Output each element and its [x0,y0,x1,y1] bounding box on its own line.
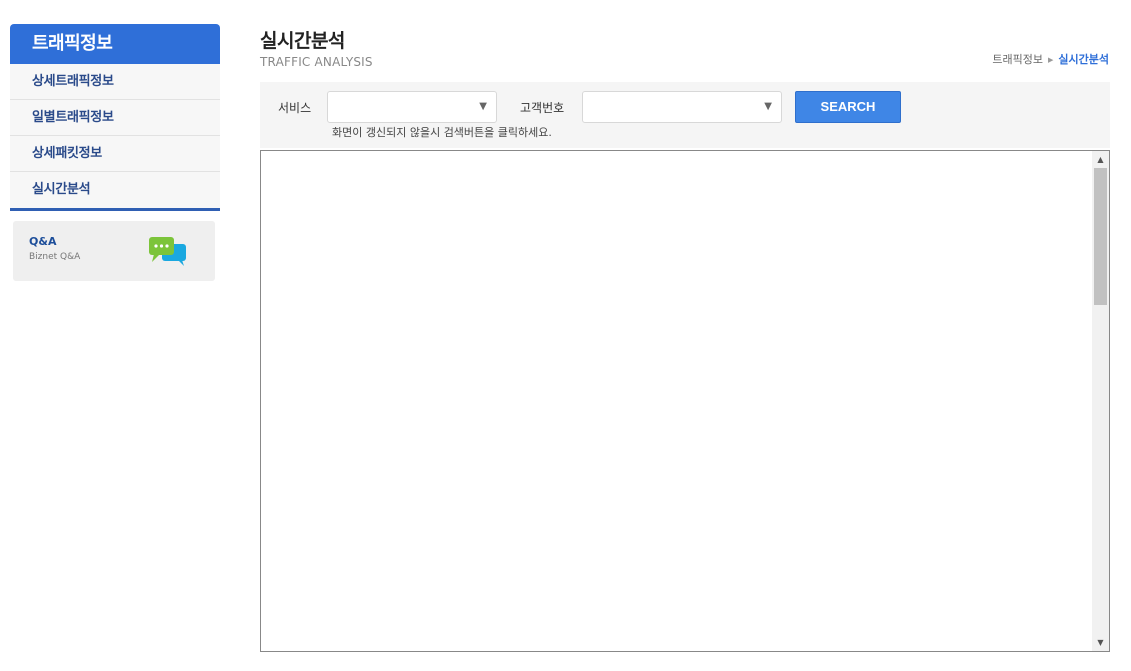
sidebar-item-daily-traffic[interactable]: 일별트래픽정보 [10,100,220,136]
sidebar-item-realtime-analysis[interactable]: 실시간분석 [10,172,220,208]
sidebar-header: 트래픽정보 [10,24,220,64]
search-button[interactable]: SEARCH [795,91,901,123]
vertical-scrollbar[interactable]: ▲ ▼ [1092,151,1109,651]
service-select[interactable]: ▼ [327,91,497,123]
breadcrumb-parent[interactable]: 트래픽정보 [992,53,1043,66]
breadcrumb-separator-icon: ▶ [1048,56,1054,64]
qna-link[interactable]: Q&A Biznet Q&A [13,221,215,281]
page-title: 실시간분석 [260,30,345,52]
service-label: 서비스 [278,101,312,115]
breadcrumb-current: 실시간분석 [1058,53,1109,66]
scrollbar-thumb[interactable] [1094,168,1107,305]
chevron-down-icon: ▼ [479,101,487,112]
qna-subtitle: Biznet Q&A [29,252,81,262]
search-panel: 서비스 ▼ 고객번호 ▼ SEARCH 화면이 갱신되지 않을시 검색버튼을 클… [260,82,1110,148]
scroll-up-icon[interactable]: ▲ [1092,151,1109,168]
chat-bubbles-icon [149,237,186,266]
analysis-frame[interactable]: ▲ ▼ [260,150,1110,652]
chevron-down-icon: ▼ [764,101,772,112]
customer-number-label: 고객번호 [520,101,565,115]
qna-title: Q&A [29,235,57,248]
sidebar: 트래픽정보 상세트래픽정보 일별트래픽정보 상세패킷정보 실시간분석 Q&A B… [10,24,220,281]
sidebar-menu: 상세트래픽정보 일별트래픽정보 상세패킷정보 실시간분석 [10,64,220,211]
sidebar-item-detail-traffic[interactable]: 상세트래픽정보 [10,64,220,100]
scroll-down-icon[interactable]: ▼ [1092,634,1109,651]
refresh-note: 화면이 갱신되지 않을시 검색버튼을 클릭하세요. [332,126,552,139]
breadcrumb: 트래픽정보 ▶ 실시간분석 [992,51,1109,67]
sidebar-item-detail-packet[interactable]: 상세패킷정보 [10,136,220,172]
customer-number-select[interactable]: ▼ [582,91,782,123]
page-subtitle: TRAFFIC ANALYSIS [260,55,373,69]
